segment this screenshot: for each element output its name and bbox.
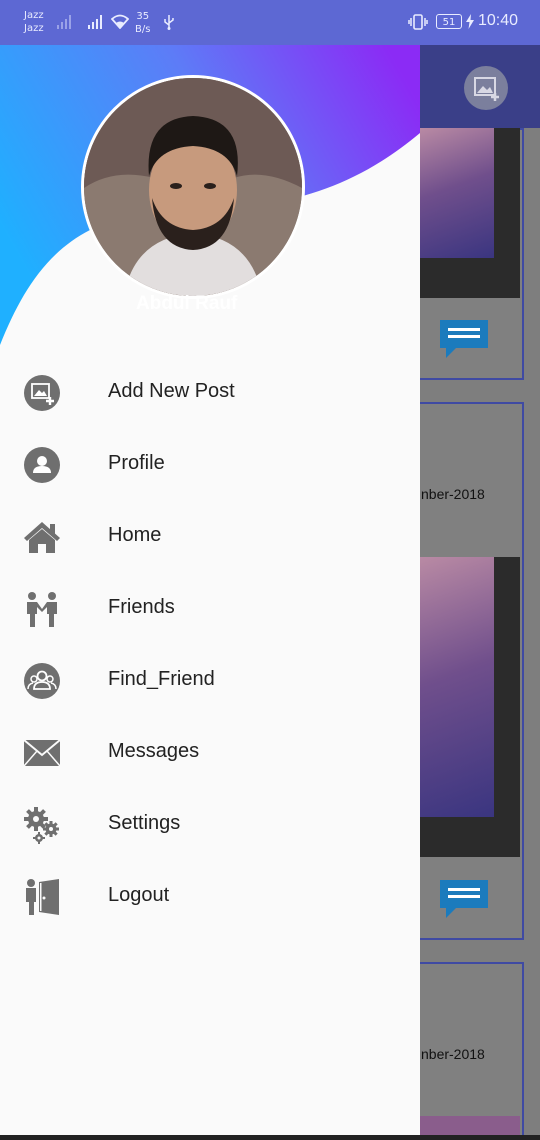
menu-label: Add New Post bbox=[108, 380, 235, 402]
menu-item-find-friend[interactable]: Find_Friend bbox=[0, 645, 420, 717]
menu-label: Profile bbox=[108, 452, 165, 474]
carrier-2: Jazz bbox=[24, 23, 44, 34]
menu-item-settings[interactable]: Settings bbox=[0, 789, 420, 861]
network-speed: 35 B/s bbox=[135, 10, 150, 36]
usb-icon bbox=[164, 15, 174, 30]
profile-icon bbox=[22, 446, 62, 484]
drawer-menu: Add New Post Profile Home Friends Find_F… bbox=[0, 357, 420, 933]
menu-item-add-new-post[interactable]: Add New Post bbox=[0, 357, 420, 429]
comment-icon bbox=[440, 880, 488, 918]
add-photo-icon bbox=[474, 77, 499, 101]
avatar-photo bbox=[84, 78, 302, 296]
gears-icon bbox=[22, 806, 62, 844]
menu-item-home[interactable]: Home bbox=[0, 501, 420, 573]
background-phone-screen bbox=[420, 557, 494, 817]
find-friend-icon bbox=[22, 662, 62, 700]
logout-icon bbox=[22, 878, 62, 916]
navigation-drawer: Abdul Rauf Add New Post Profile Home Fri… bbox=[0, 45, 420, 1135]
user-name: Abdul Rauf bbox=[136, 293, 238, 314]
status-bar: Jazz Jazz 35 B/s 51 10:40 bbox=[0, 0, 540, 45]
menu-label: Find_Friend bbox=[108, 668, 215, 690]
network-speed-unit: B/s bbox=[135, 24, 151, 35]
profile-avatar[interactable] bbox=[81, 75, 305, 299]
menu-label: Logout bbox=[108, 884, 170, 906]
add-photo-icon bbox=[22, 374, 62, 412]
menu-label: Friends bbox=[108, 596, 175, 618]
battery-indicator: 51 bbox=[436, 14, 462, 29]
signal-icon bbox=[57, 15, 71, 29]
home-icon bbox=[22, 518, 62, 556]
drawer-header: Abdul Rauf bbox=[0, 45, 420, 345]
network-speed-value: 35 bbox=[136, 11, 150, 22]
background-post-date: nber-2018 bbox=[421, 486, 485, 502]
envelope-icon bbox=[22, 734, 62, 772]
menu-label: Home bbox=[108, 524, 162, 546]
menu-item-logout[interactable]: Logout bbox=[0, 861, 420, 933]
background-phone-screen bbox=[420, 128, 494, 258]
friends-icon bbox=[22, 590, 62, 628]
carrier-names: Jazz Jazz bbox=[24, 9, 44, 35]
background-add-photo-button bbox=[464, 66, 508, 110]
signal-icon bbox=[88, 15, 102, 29]
wifi-icon bbox=[111, 14, 129, 29]
comment-icon bbox=[440, 320, 488, 358]
menu-item-profile[interactable]: Profile bbox=[0, 429, 420, 501]
navigation-bar bbox=[0, 1135, 540, 1140]
menu-item-messages[interactable]: Messages bbox=[0, 717, 420, 789]
vibrate-icon bbox=[408, 14, 428, 30]
background-post-date: nber-2018 bbox=[421, 1046, 485, 1062]
menu-label: Settings bbox=[108, 812, 181, 834]
carrier-1: Jazz bbox=[24, 10, 44, 21]
menu-label: Messages bbox=[108, 740, 200, 762]
charging-icon bbox=[466, 14, 474, 29]
menu-item-friends[interactable]: Friends bbox=[0, 573, 420, 645]
clock: 10:40 bbox=[478, 12, 519, 29]
